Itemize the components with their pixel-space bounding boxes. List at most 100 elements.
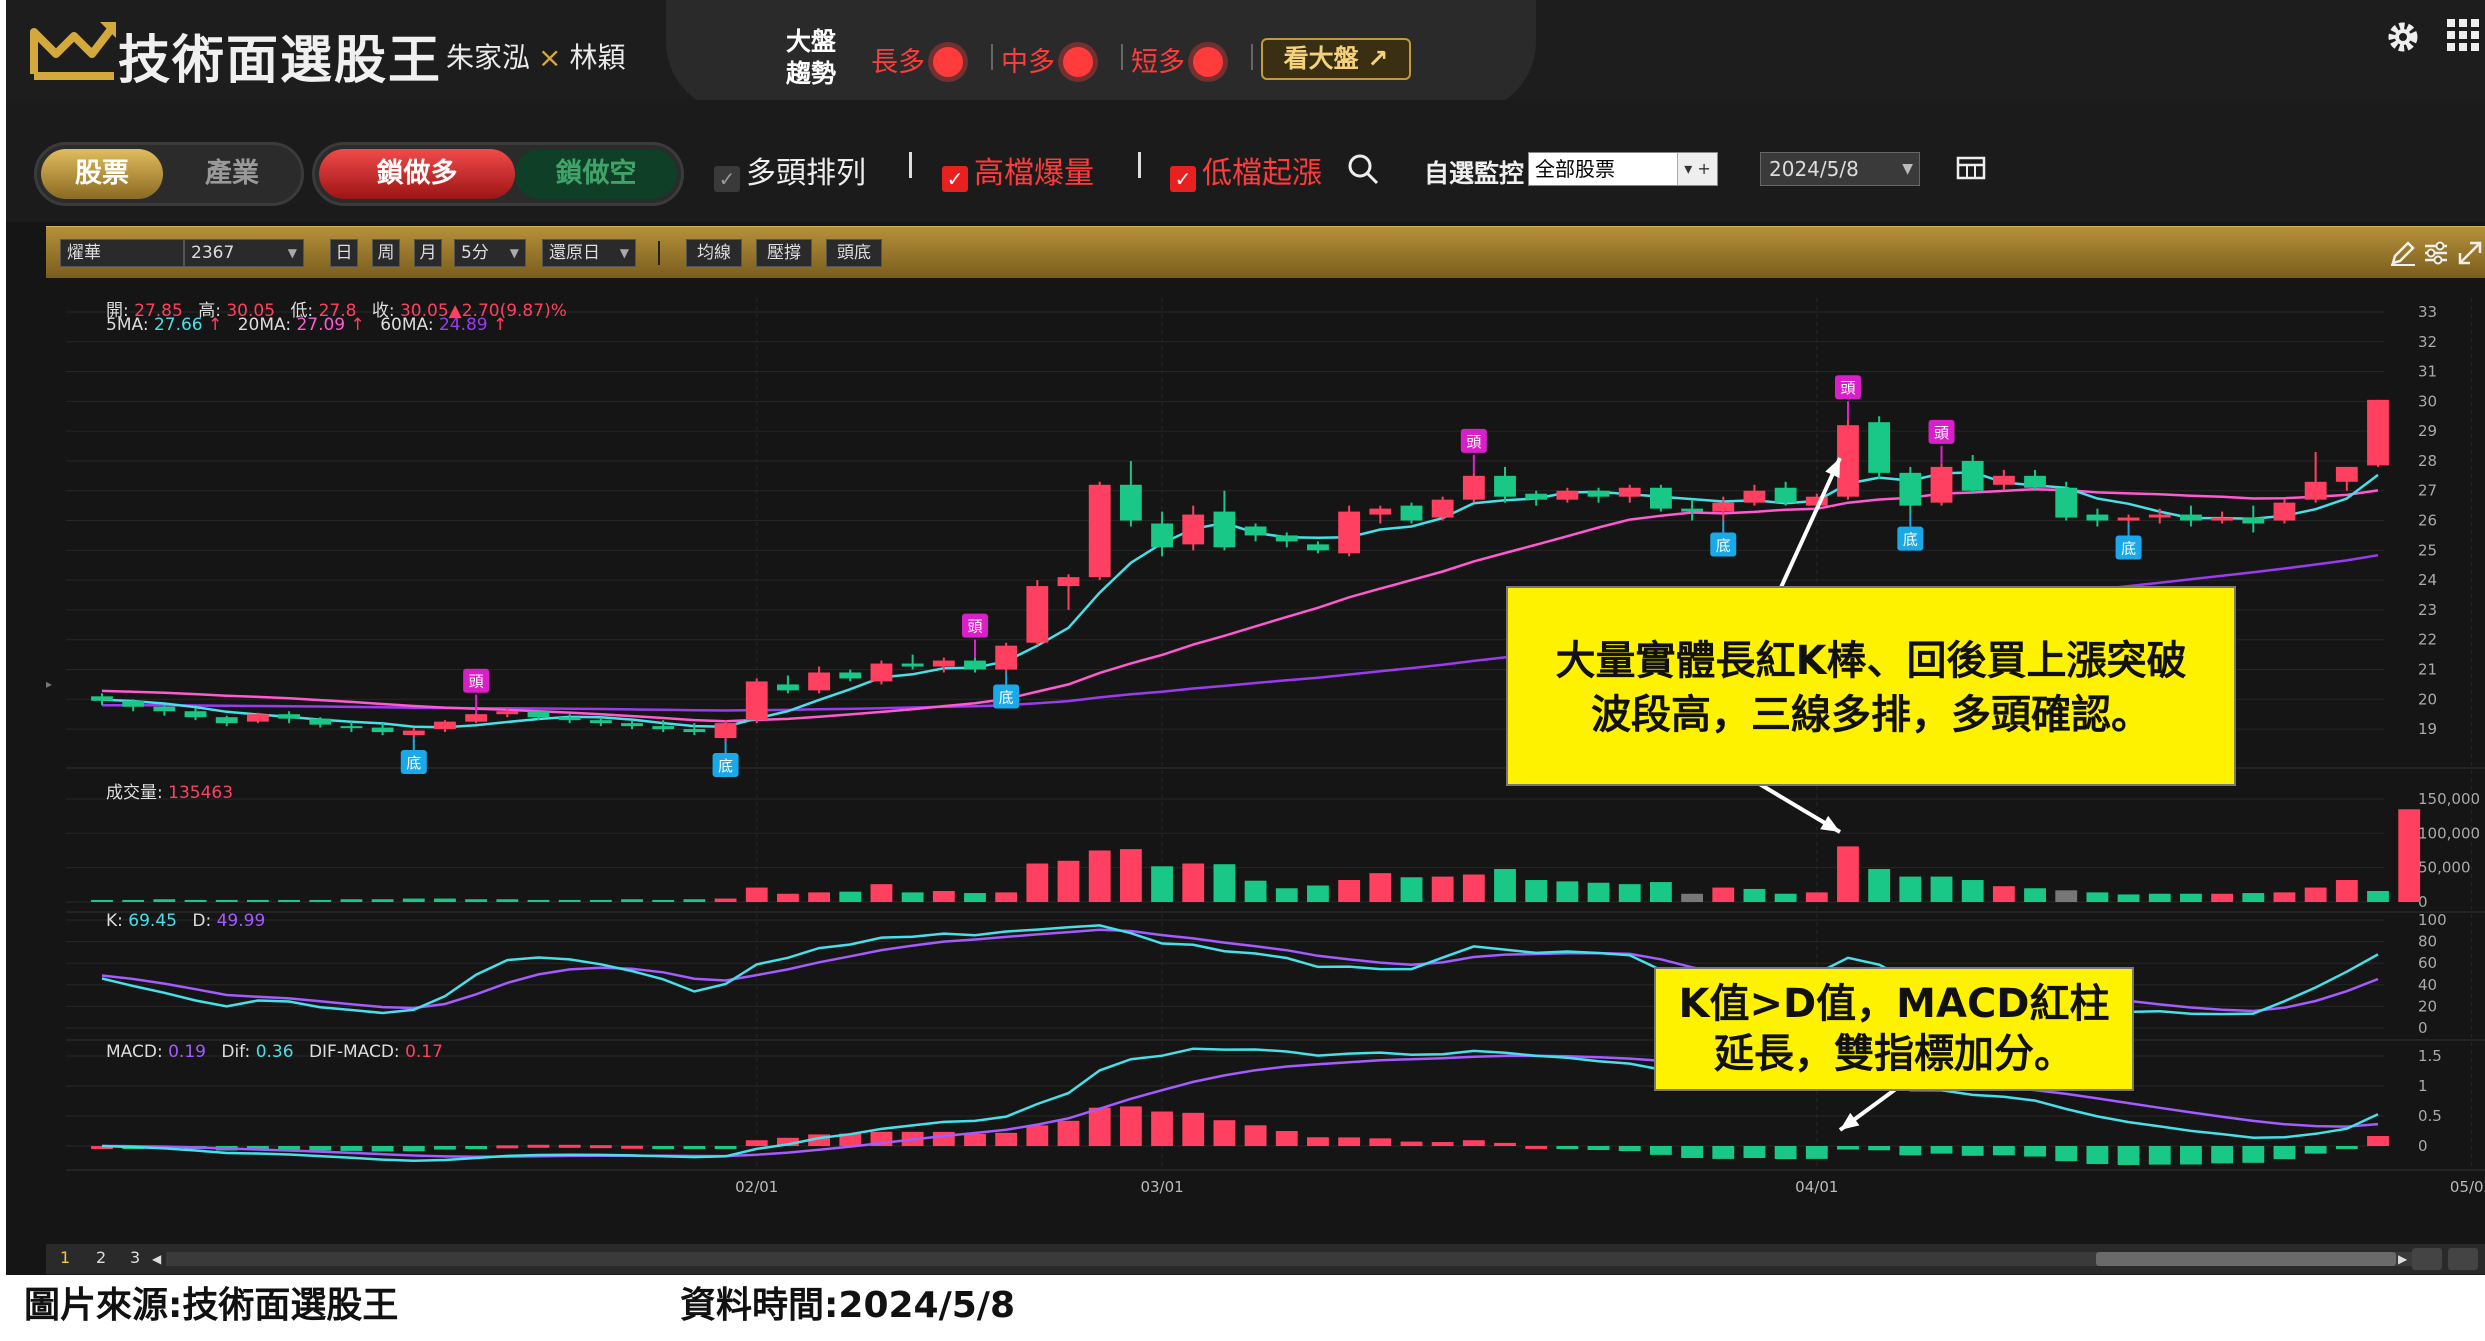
macd-histogram-bar xyxy=(1837,1146,1859,1150)
top-bottom-button[interactable]: 頭底 xyxy=(826,239,882,267)
trend-long: 長多 xyxy=(871,40,963,79)
support-resistance-button[interactable]: 壓撐 xyxy=(756,239,812,267)
restore-select[interactable]: 還原日 ▼ xyxy=(542,239,636,267)
period-day-button[interactable]: 日 xyxy=(330,239,358,267)
volume-bar xyxy=(2117,894,2140,902)
trend-short-label: 短多 xyxy=(1131,47,1185,78)
table-icon[interactable] xyxy=(1956,154,1988,184)
zoom-out-icon[interactable] xyxy=(2412,1248,2442,1270)
kd-tick-label: 20 xyxy=(2418,997,2437,1015)
volume-bar xyxy=(1930,876,1953,902)
expand-icon[interactable] xyxy=(2456,239,2484,267)
volume-bar xyxy=(278,899,300,902)
volume-bar xyxy=(1494,869,1516,902)
volume-bar xyxy=(1556,881,1579,902)
view-market-button[interactable]: 看大盤 ↗ xyxy=(1261,38,1411,80)
candle-body xyxy=(2335,466,2358,482)
checkbox-bull-alignment[interactable]: ✓ 多頭排列 xyxy=(714,148,866,192)
macd-histogram-bar xyxy=(1400,1141,1423,1146)
macd-histogram-bar xyxy=(1712,1146,1735,1159)
macd-histogram-bar xyxy=(1462,1140,1485,1146)
checkbox-high-volume[interactable]: ✓ 高檔爆量 xyxy=(942,148,1094,192)
candle-body xyxy=(1462,475,1485,500)
macd-histogram-bar xyxy=(2242,1146,2265,1163)
volume-bar xyxy=(1992,886,2015,902)
volume-bar xyxy=(2024,888,2046,902)
dif-value: 0.36 xyxy=(255,1042,294,1062)
period-week-button[interactable]: 周 xyxy=(372,239,400,267)
kd-tick-label: 100 xyxy=(2418,911,2447,929)
period-month-button[interactable]: 月 xyxy=(414,239,442,267)
volume-bar xyxy=(652,899,675,902)
macd-histogram-bar xyxy=(745,1140,768,1146)
tab-lock-short[interactable]: 鎖做空 xyxy=(515,149,677,199)
scroll-right-icon[interactable]: ▶ xyxy=(2398,1252,2407,1266)
apps-grid-icon[interactable] xyxy=(2446,18,2480,52)
stock-code-select[interactable]: 2367 ▼ xyxy=(184,239,304,267)
candle-body xyxy=(995,645,1018,670)
image-source: 圖片來源:技術面選股王 xyxy=(24,1285,399,1326)
volume-bar xyxy=(371,899,394,902)
zoom-in-icon[interactable] xyxy=(2448,1248,2478,1270)
date-tick-label: 05/02 xyxy=(2450,1178,2485,1196)
market-trend-panel: 大盤趨勢 長多 中多 短多 看大盤 ↗ xyxy=(666,0,1536,112)
macd-histogram-bar xyxy=(2304,1146,2327,1154)
annotation-breakout: 大量實體長紅K棒、回後買上漲突破 波段高，三線多排，多頭確認。 xyxy=(1506,586,2236,786)
info-label: K: xyxy=(106,911,123,931)
macd-histogram-bar xyxy=(1681,1146,1703,1158)
volume-bar xyxy=(1899,876,1922,902)
volume-bar xyxy=(1712,887,1735,902)
volume-bar xyxy=(2055,890,2078,902)
tab-industry[interactable]: 產業 xyxy=(167,149,297,199)
candle-body xyxy=(2273,502,2296,521)
price-tick-label: 21 xyxy=(2418,661,2437,679)
volume-bar xyxy=(91,899,113,902)
page-2-tab[interactable]: 2 xyxy=(96,1248,106,1267)
candle-body xyxy=(278,714,300,719)
head-tag-label: 頭 xyxy=(967,618,982,636)
info-label: D: xyxy=(192,911,212,931)
settings-sliders-icon[interactable] xyxy=(2422,239,2450,267)
stock-name-field[interactable]: 燿華 xyxy=(60,239,184,267)
watch-select[interactable]: 全部股票 ▾ + xyxy=(1528,152,1718,186)
arrow-up-icon: ↑ xyxy=(208,315,223,335)
volume-info: 成交量: 135463 xyxy=(106,778,233,803)
long-short-toggle: 鎖做多 鎖做空 xyxy=(312,142,684,206)
trend-mid-label: 中多 xyxy=(1001,47,1055,78)
checkbox-low-rise[interactable]: ✓ 低檔起漲 xyxy=(1170,148,1322,192)
author-names: 朱家泓 × 林穎 xyxy=(446,36,626,76)
tab-stock[interactable]: 股票 xyxy=(41,149,163,199)
volume-bar xyxy=(2086,892,2109,902)
volume-bar xyxy=(1431,876,1454,902)
date-select[interactable]: 2024/5/8 ▼ xyxy=(1760,152,1920,186)
volume-bar xyxy=(1525,880,1548,902)
scrollbar-thumb[interactable] xyxy=(2096,1252,2396,1266)
scroll-left-icon[interactable]: ◀ xyxy=(152,1252,161,1266)
chevron-down-icon: ▼ xyxy=(287,246,297,260)
volume-bar xyxy=(402,898,425,902)
ma-button[interactable]: 均線 xyxy=(686,239,742,267)
author-2: 林穎 xyxy=(569,41,626,74)
candle-body xyxy=(309,718,332,725)
search-icon[interactable] xyxy=(1346,152,1380,186)
candle-body xyxy=(1992,475,2015,485)
kd-tick-label: 80 xyxy=(2418,933,2437,951)
candle-body xyxy=(1587,490,1610,497)
volume-bar xyxy=(1369,873,1392,902)
volume-bar xyxy=(215,899,238,902)
candle-body xyxy=(1899,472,1922,506)
volume-bar xyxy=(777,893,799,902)
checkbox-label: 低檔起漲 xyxy=(1202,156,1322,191)
page-3-tab[interactable]: 3 xyxy=(130,1248,140,1267)
interval-select[interactable]: 5分 ▼ xyxy=(454,239,526,267)
candle-body xyxy=(246,714,269,722)
tab-lock-long[interactable]: 鎖做多 xyxy=(319,149,515,199)
candle-body xyxy=(402,730,425,736)
app-title: 技術面選股王 xyxy=(118,31,443,91)
volume-bar xyxy=(932,891,955,902)
gear-icon[interactable] xyxy=(2386,20,2420,54)
page-1-tab[interactable]: 1 xyxy=(60,1248,70,1267)
pen-icon[interactable] xyxy=(2389,239,2417,267)
candle-body xyxy=(1431,499,1454,518)
candle-body xyxy=(465,714,488,722)
